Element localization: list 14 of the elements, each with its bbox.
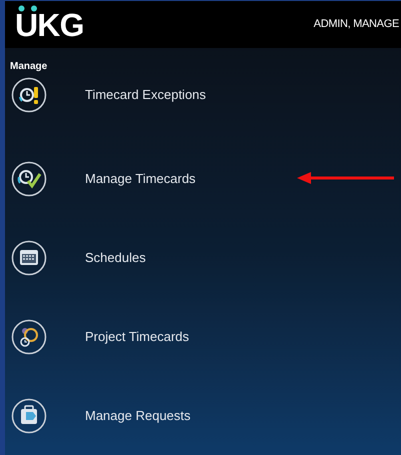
menu-item[interactable]: Timecard Exceptions <box>11 77 206 113</box>
user-name: ADMIN, MANAGE <box>314 17 399 32</box>
section-title: Manage <box>10 61 48 72</box>
menu-item[interactable]: Manage Timecards <box>11 160 196 196</box>
project-icon <box>11 318 47 354</box>
menu-item[interactable]: Project Timecards <box>11 318 190 354</box>
requests-icon <box>11 398 47 434</box>
menu-item[interactable]: Manage Requests <box>11 398 191 434</box>
timecards-icon <box>11 160 47 196</box>
menu-item[interactable]: Schedules <box>11 240 146 276</box>
schedules-icon <box>11 240 47 276</box>
logo: UKG <box>15 8 84 40</box>
logo-dots-icon <box>18 4 38 12</box>
exceptions-icon <box>11 77 47 113</box>
